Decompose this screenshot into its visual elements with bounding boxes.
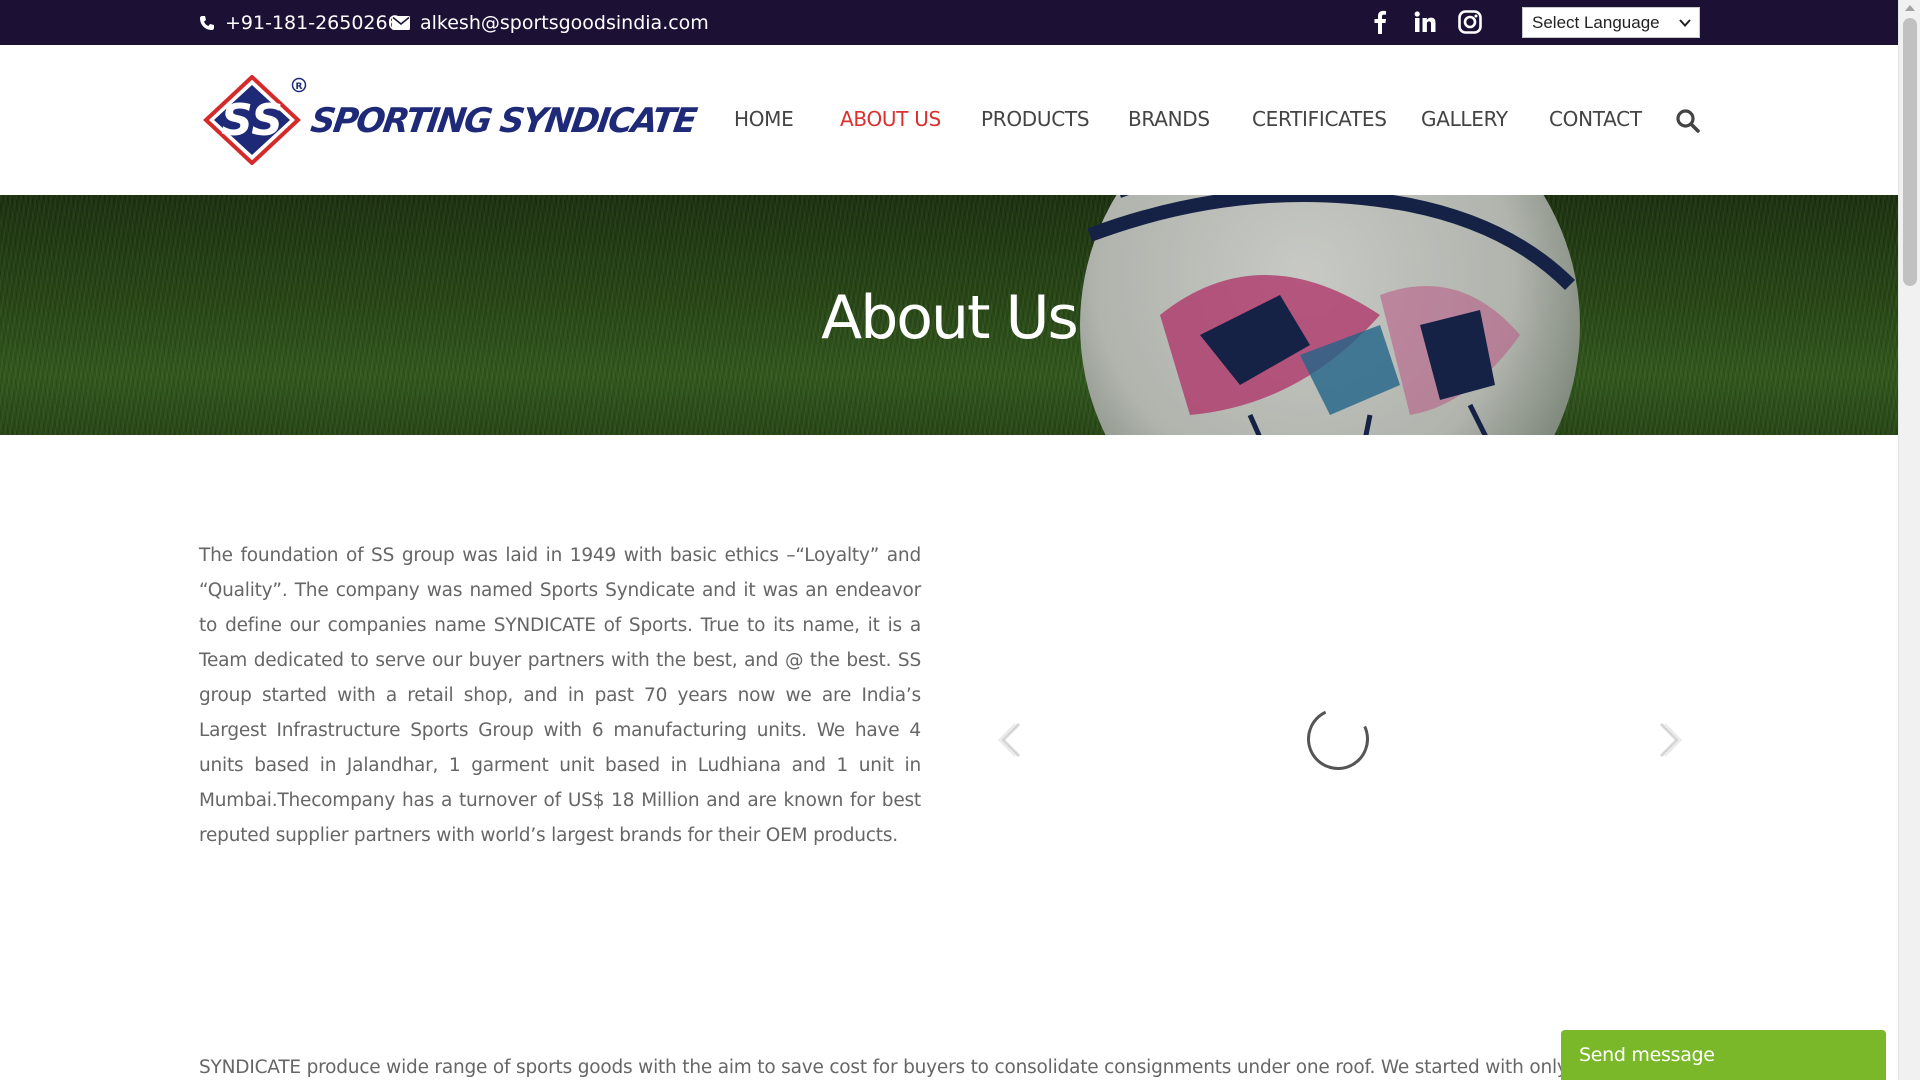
slider-prev-arrow-icon[interactable] — [995, 720, 1025, 760]
scrollbar-thumb[interactable] — [1903, 18, 1917, 286]
intro-paragraph: The foundation of SS group was laid in 1… — [199, 545, 921, 846]
nav-home[interactable]: HOME — [734, 107, 794, 131]
language-select-label: Select Language — [1532, 12, 1660, 32]
instagram-icon[interactable] — [1455, 8, 1485, 36]
loading-spinner — [1298, 699, 1378, 779]
svg-text:R: R — [296, 82, 303, 92]
nav-brands[interactable]: BRANDS — [1128, 107, 1210, 131]
phone-contact[interactable]: +91-181-2650266 — [199, 0, 400, 45]
top-bar: +91-181-2650266 alkesh@sportsgoodsindia.… — [0, 0, 1898, 45]
nav-gallery[interactable]: GALLERY — [1421, 107, 1508, 131]
site-header: SS R SPORTING SYNDICATE HOME ABOUT US PR… — [0, 45, 1898, 195]
nav-certificates[interactable]: CERTIFICATES — [1252, 107, 1387, 131]
chevron-down-icon — [1679, 19, 1691, 27]
linkedin-icon[interactable] — [1410, 8, 1440, 36]
phone-icon — [200, 15, 214, 30]
phone-number[interactable]: +91-181-2650266 — [225, 12, 400, 34]
search-icon[interactable] — [1675, 108, 1701, 134]
language-select[interactable]: Select Language — [1522, 7, 1700, 38]
email-contact[interactable]: alkesh@sportsgoodsindia.com — [392, 0, 709, 45]
logo-text: SPORTING SYNDICATE — [308, 101, 698, 141]
slider-next-arrow-icon[interactable] — [1655, 720, 1685, 760]
facebook-icon[interactable] — [1365, 8, 1395, 36]
logo[interactable]: SS R SPORTING SYNDICATE — [199, 74, 698, 166]
page-title: About Us — [821, 283, 1079, 353]
image-slider — [995, 640, 1685, 840]
range-paragraph: SYNDICATE produce wide range of sports g… — [199, 1057, 1695, 1078]
nav-products[interactable]: PRODUCTS — [981, 107, 1090, 131]
page-scrollbar[interactable] — [1898, 0, 1920, 1080]
nav-about-us[interactable]: ABOUT US — [840, 107, 941, 131]
envelope-icon — [392, 15, 410, 30]
hero-banner: About Us — [0, 195, 1898, 435]
email-address[interactable]: alkesh@sportsgoodsindia.com — [420, 12, 709, 34]
send-message-button[interactable]: Send message — [1561, 1030, 1886, 1080]
nav-contact[interactable]: CONTACT — [1549, 107, 1642, 131]
scroll-up-arrow-icon[interactable] — [1905, 5, 1915, 11]
svg-text:SS: SS — [221, 95, 283, 146]
